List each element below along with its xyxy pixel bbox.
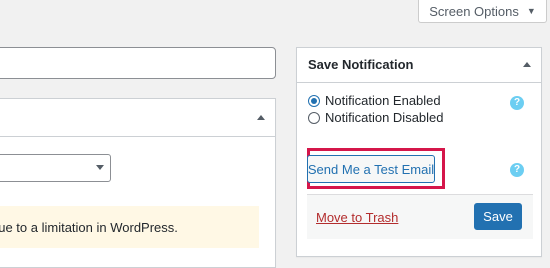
- radio-button[interactable]: [308, 111, 320, 124]
- send-test-email-button[interactable]: Send Me a Test Email: [307, 155, 435, 183]
- help-icon[interactable]: ?: [510, 163, 524, 177]
- type-select[interactable]: [0, 154, 111, 182]
- save-box-footer: Move to Trash Save: [307, 194, 533, 239]
- limitation-notice: due to a limitation in WordPress.: [0, 206, 259, 248]
- collapse-arrow-icon[interactable]: [523, 62, 531, 67]
- postbox-header: [0, 99, 275, 137]
- radio-label-enabled: Notification Enabled: [325, 93, 441, 108]
- notice-text: due to a limitation in WordPress.: [0, 219, 178, 235]
- title-input[interactable]: [0, 47, 276, 79]
- save-box-header: Save Notification: [297, 48, 541, 83]
- caret-down-icon: ▼: [526, 6, 536, 16]
- save-button[interactable]: Save: [474, 203, 522, 230]
- screen-options-label: Screen Options: [429, 3, 519, 19]
- collapse-arrow-icon[interactable]: [257, 115, 265, 120]
- chevron-down-icon: [96, 165, 104, 170]
- radio-notification-enabled[interactable]: Notification Enabled: [308, 93, 441, 108]
- help-icon[interactable]: ?: [510, 96, 524, 110]
- move-to-trash-link[interactable]: Move to Trash: [316, 210, 398, 225]
- radio-button-checked[interactable]: [308, 94, 320, 107]
- save-notification-box: Save Notification Notification Enabled N…: [296, 47, 542, 257]
- save-box-title: Save Notification: [308, 57, 414, 72]
- radio-notification-disabled[interactable]: Notification Disabled: [308, 110, 444, 125]
- settings-postbox: due to a limitation in WordPress.: [0, 98, 276, 268]
- radio-label-disabled: Notification Disabled: [325, 110, 444, 125]
- screen-options-button[interactable]: Screen Options ▼: [418, 0, 547, 23]
